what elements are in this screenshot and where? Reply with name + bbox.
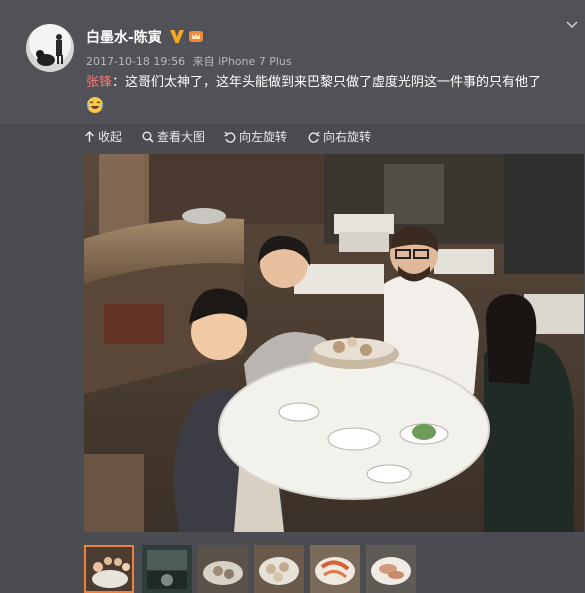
weibo-post-header: 白墨水-陈寅 2017-10-18 19:56 来自 iPhone 7 Plus… xyxy=(0,0,585,124)
thumbnail-1[interactable] xyxy=(84,545,134,593)
username[interactable]: 白墨水-陈寅 xyxy=(86,27,162,47)
post-photo[interactable] xyxy=(84,154,584,532)
source-prefix: 来自 xyxy=(192,55,215,68)
rotate-right-icon xyxy=(308,131,320,143)
mention-link[interactable]: 张锋 xyxy=(86,75,112,90)
post-source[interactable]: iPhone 7 Plus xyxy=(218,55,292,68)
chevron-down-icon[interactable] xyxy=(566,20,578,30)
rotate-left-label: 向左旋转 xyxy=(239,130,288,144)
thumbnail-4[interactable] xyxy=(254,545,304,593)
verified-v-icon xyxy=(170,30,184,43)
thumbnail-3[interactable] xyxy=(198,545,248,593)
view-large-button[interactable]: 查看大图 xyxy=(142,128,205,145)
thumbnail-2[interactable] xyxy=(142,545,192,593)
vip-crown-icon xyxy=(189,31,203,42)
post-meta: 2017-10-18 19:56 来自 iPhone 7 Plus xyxy=(86,53,292,69)
post-date[interactable]: 2017-10-18 19:56 xyxy=(86,55,185,68)
collapse-label: 收起 xyxy=(98,130,123,144)
rotate-right-button[interactable]: 向右旋转 xyxy=(308,128,371,145)
rotate-left-button[interactable]: 向左旋转 xyxy=(224,128,287,145)
post-body: ：这哥们太神了，这年头能做到来巴黎只做了虚度光阴这一件事的只有他了 xyxy=(112,75,542,90)
collapse-button[interactable]: 收起 xyxy=(84,128,122,145)
rotate-left-icon xyxy=(224,131,236,143)
view-large-label: 查看大图 xyxy=(157,130,206,144)
thumbnail-5[interactable] xyxy=(310,545,360,593)
user-avatar[interactable] xyxy=(26,24,74,72)
post-text: 张锋：这哥们太神了，这年头能做到来巴黎只做了虚度光阴这一件事的只有他了 xyxy=(86,74,566,114)
magnifier-icon xyxy=(142,131,154,143)
up-arrow-icon xyxy=(85,130,94,142)
restaurant-photo-illustration xyxy=(84,154,584,532)
rotate-right-label: 向右旋转 xyxy=(323,130,372,144)
thumbnail-6[interactable] xyxy=(366,545,416,593)
laugh-cry-emoji-icon xyxy=(86,97,104,113)
